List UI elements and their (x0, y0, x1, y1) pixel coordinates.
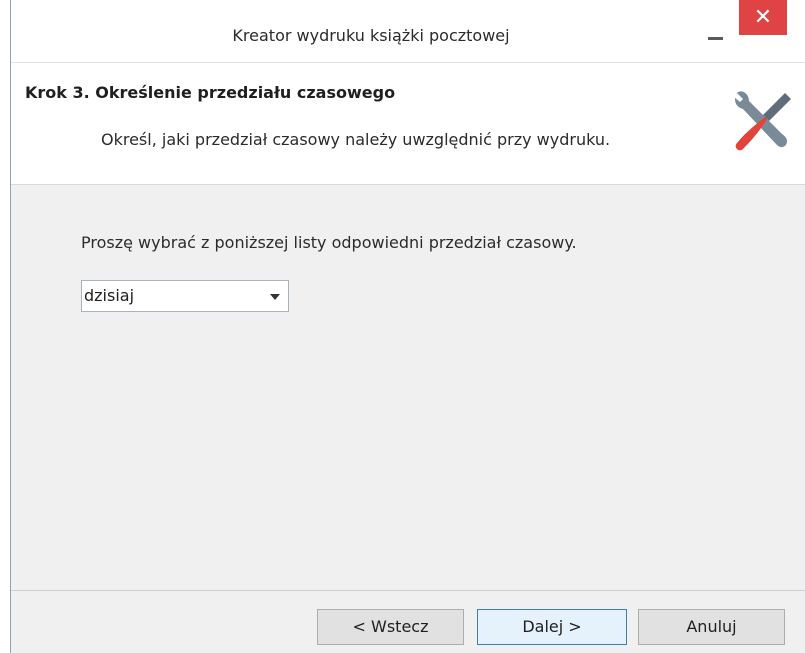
title-bar: Kreator wydruku książki pocztowej ✕ (11, 0, 805, 62)
wizard-header: Krok 3. Określenie przedziału czasowego … (11, 62, 805, 185)
step-title: Krok 3. Określenie przedziału czasowego (25, 83, 396, 102)
time-range-prompt: Proszę wybrać z poniższej listy odpowied… (81, 233, 577, 252)
time-range-select-value: dzisiaj (84, 286, 135, 305)
cancel-button[interactable]: Anuluj (638, 609, 785, 645)
next-button[interactable]: Dalej > (477, 609, 627, 645)
back-button[interactable]: < Wstecz (317, 609, 464, 645)
wizard-window: Kreator wydruku książki pocztowej ✕ Krok… (10, 0, 805, 653)
minimize-button[interactable] (698, 20, 732, 48)
wizard-footer: < Wstecz Dalej > Anuluj (11, 590, 805, 653)
chevron-down-icon (270, 294, 280, 300)
close-button[interactable]: ✕ (739, 0, 787, 35)
window-title: Kreator wydruku książki pocztowej (232, 26, 510, 45)
time-range-select[interactable]: dzisiaj (81, 280, 289, 312)
tools-icon (734, 91, 791, 151)
step-description: Określ, jaki przedział czasowy należy uw… (101, 130, 611, 149)
wizard-content: Proszę wybrać z poniższej listy odpowied… (11, 185, 805, 590)
